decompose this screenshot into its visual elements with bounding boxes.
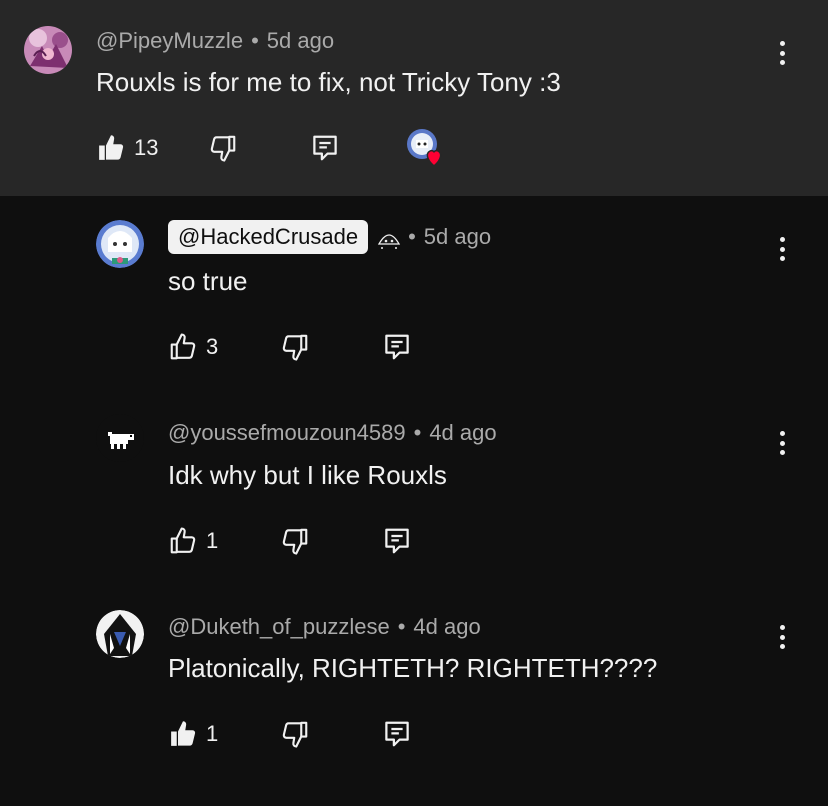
comment-text: Idk why but I like Rouxls bbox=[168, 460, 447, 490]
dislike-icon bbox=[280, 526, 310, 556]
like-icon bbox=[168, 526, 198, 556]
dislike-button[interactable] bbox=[208, 128, 238, 168]
reply-button[interactable] bbox=[382, 327, 412, 367]
separator-dot: • bbox=[413, 420, 422, 445]
dislike-button[interactable] bbox=[280, 327, 310, 367]
comment-meta: @HackedCrusade • 5d ago bbox=[168, 220, 491, 254]
creator-heart-badge bbox=[404, 128, 448, 168]
author-name[interactable]: @Duketh_of_puzzlese bbox=[168, 614, 390, 640]
dislike-button[interactable] bbox=[280, 714, 310, 754]
more-options-icon[interactable] bbox=[772, 234, 792, 264]
comment-actions: 1 bbox=[168, 714, 468, 754]
member-badge-icon bbox=[374, 222, 404, 252]
avatar[interactable] bbox=[24, 26, 72, 74]
like-count: 1 bbox=[206, 528, 219, 553]
avatar[interactable] bbox=[96, 610, 144, 658]
dislike-icon bbox=[280, 332, 310, 362]
reply-button[interactable] bbox=[310, 128, 340, 168]
comment-text: so true bbox=[168, 266, 248, 296]
author-name[interactable]: @youssefmouzoun4589 bbox=[168, 420, 406, 446]
author-name[interactable]: @PipeyMuzzle bbox=[96, 28, 243, 54]
reply-icon bbox=[310, 133, 340, 163]
comment-actions: 3 bbox=[168, 327, 468, 367]
separator-dot: • bbox=[251, 28, 259, 53]
reply-hackedcrusade: @HackedCrusade • 5d ago so true 3 bbox=[0, 196, 828, 390]
avatar[interactable] bbox=[96, 414, 144, 462]
comment-text: Platonically, RIGHTETH? RIGHTETH???? bbox=[168, 653, 658, 683]
dislike-icon bbox=[280, 719, 310, 749]
comment-thread: @PipeyMuzzle • 5d ago Rouxls is for me t… bbox=[0, 0, 828, 806]
creator-author-chip[interactable]: @HackedCrusade bbox=[168, 220, 369, 254]
reply-button[interactable] bbox=[382, 521, 412, 561]
comment-meta: @PipeyMuzzle • 5d ago bbox=[96, 28, 334, 54]
dislike-button[interactable] bbox=[280, 521, 310, 561]
like-count: 13 bbox=[134, 135, 159, 160]
separator-dot: • bbox=[397, 614, 406, 639]
reply-icon bbox=[382, 719, 412, 749]
reply-icon bbox=[382, 332, 412, 362]
like-button[interactable]: 1 bbox=[168, 714, 218, 754]
like-count: 1 bbox=[206, 721, 219, 746]
like-button[interactable]: 1 bbox=[168, 521, 218, 561]
comment-pipeymuzzle: @PipeyMuzzle • 5d ago Rouxls is for me t… bbox=[0, 0, 828, 196]
timestamp[interactable]: 5d ago bbox=[424, 224, 491, 250]
avatar[interactable] bbox=[96, 220, 144, 268]
reply-youssefmouzoun4589: @youssefmouzoun4589 • 4d ago Idk why but… bbox=[0, 390, 828, 584]
comment-meta: @Duketh_of_puzzlese • 4d ago bbox=[168, 614, 481, 640]
comment-actions: 13 bbox=[96, 128, 496, 168]
timestamp[interactable]: 4d ago bbox=[413, 614, 480, 640]
comment-meta: @youssefmouzoun4589 • 4d ago bbox=[168, 420, 497, 446]
like-count: 3 bbox=[206, 334, 219, 359]
comment-text: Rouxls is for me to fix, not Tricky Tony… bbox=[96, 67, 561, 97]
comment-actions: 1 bbox=[168, 521, 468, 561]
like-filled-icon bbox=[168, 719, 198, 749]
like-filled-icon bbox=[96, 133, 126, 163]
dislike-icon bbox=[208, 133, 238, 163]
reply-icon bbox=[382, 526, 412, 556]
timestamp[interactable]: 5d ago bbox=[267, 28, 334, 54]
more-options-icon[interactable] bbox=[772, 38, 792, 68]
like-button[interactable]: 3 bbox=[168, 327, 218, 367]
reply-button[interactable] bbox=[382, 714, 412, 754]
timestamp[interactable]: 4d ago bbox=[429, 420, 496, 446]
more-options-icon[interactable] bbox=[772, 622, 792, 652]
creator-heart-icon bbox=[407, 129, 442, 167]
separator-dot: • bbox=[408, 224, 416, 249]
reply-duketh-of-puzzlese: @Duketh_of_puzzlese • 4d ago Platonicall… bbox=[0, 584, 828, 806]
like-button[interactable]: 13 bbox=[96, 128, 158, 168]
like-icon bbox=[168, 332, 198, 362]
more-options-icon[interactable] bbox=[772, 428, 792, 458]
